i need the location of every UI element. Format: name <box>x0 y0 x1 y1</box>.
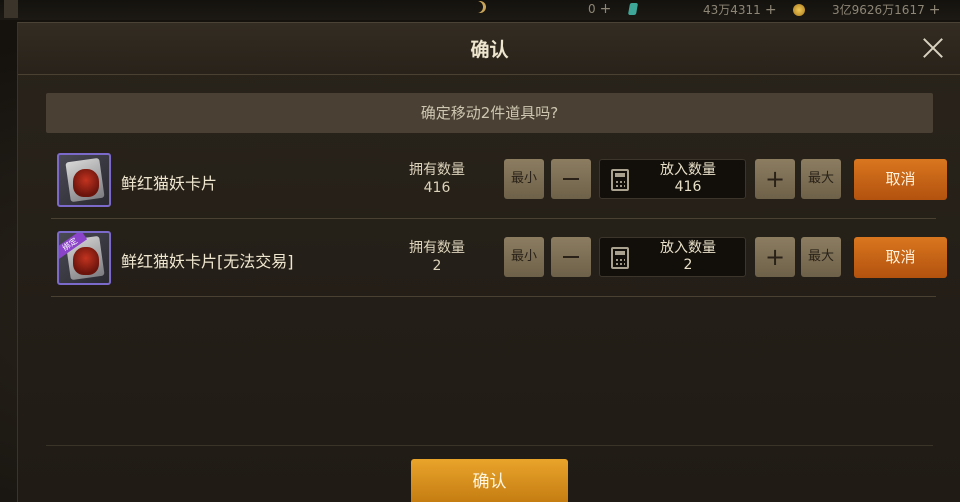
owned-quantity-label: 拥有数量 <box>409 162 465 178</box>
add-currency-3-icon[interactable]: + <box>929 2 941 18</box>
dialog-title-bar: 确认 <box>18 23 960 75</box>
moon-icon <box>474 1 486 13</box>
calculator-icon[interactable] <box>611 169 629 191</box>
decrement-button[interactable] <box>551 237 591 277</box>
minus-icon <box>563 256 579 258</box>
item-name: 鲜红猫妖卡片 <box>121 174 218 193</box>
item-row: 鲜红猫妖卡片 拥有数量 416 最小 放入数量 416 + 最大 取消 <box>51 141 947 219</box>
owned-quantity-value: 416 <box>423 180 451 196</box>
divider <box>46 445 933 446</box>
minus-icon <box>563 178 579 180</box>
item-thumbnail[interactable] <box>57 153 111 207</box>
put-quantity-input[interactable]: 放入数量 2 <box>599 237 746 277</box>
hud-currency-1-value: 0 <box>588 2 596 16</box>
red-cat-monster-icon <box>73 169 99 197</box>
add-currency-2-icon[interactable]: + <box>765 2 777 18</box>
put-quantity-value: 416 <box>674 179 702 195</box>
hud-currency-3-value: 3亿9626万1617 <box>832 3 925 17</box>
owned-quantity-label: 拥有数量 <box>409 240 465 256</box>
owned-quantity: 拥有数量 416 <box>404 161 470 197</box>
put-quantity-text: 放入数量 2 <box>638 240 738 274</box>
hud-currency-2-value: 43万4311 <box>703 3 761 17</box>
red-cat-monster-icon <box>73 247 99 275</box>
min-button[interactable]: 最小 <box>504 237 544 277</box>
cancel-button[interactable]: 取消 <box>854 237 947 278</box>
increment-button[interactable]: + <box>755 237 795 277</box>
gem-icon <box>628 3 639 15</box>
hud-currency-3: 3亿9626万1617 + <box>832 1 940 18</box>
add-currency-1-icon[interactable]: + <box>600 1 612 17</box>
owned-quantity: 拥有数量 2 <box>404 239 470 275</box>
confirm-button[interactable]: 确认 <box>411 459 568 502</box>
top-hud-bar: 0 + 43万4311 + 3亿9626万1617 + <box>0 0 960 20</box>
item-name: 鲜红猫妖卡片[无法交易] <box>121 252 294 271</box>
menu-corner-icon[interactable] <box>4 0 18 18</box>
max-button[interactable]: 最大 <box>801 237 841 277</box>
put-quantity-input[interactable]: 放入数量 416 <box>599 159 746 199</box>
put-quantity-label: 放入数量 <box>660 240 716 256</box>
cancel-button[interactable]: 取消 <box>854 159 947 200</box>
put-quantity-value: 2 <box>683 257 693 273</box>
decrement-button[interactable] <box>551 159 591 199</box>
item-row: 绑定 鲜红猫妖卡片[无法交易] 拥有数量 2 最小 放入数量 2 + 最大 取消 <box>51 219 947 297</box>
hud-currency-2: 43万4311 + <box>703 1 805 18</box>
max-button[interactable]: 最大 <box>801 159 841 199</box>
confirm-dialog: 确认 确定移动2件道具吗? 鲜红猫妖卡片 拥有数量 416 最小 放入数量 41… <box>17 22 960 502</box>
put-quantity-text: 放入数量 416 <box>638 162 738 196</box>
gold-coin-icon <box>792 3 805 16</box>
hud-moon-currency <box>474 1 486 13</box>
put-quantity-label: 放入数量 <box>660 162 716 178</box>
min-button[interactable]: 最小 <box>504 159 544 199</box>
calculator-icon[interactable] <box>611 247 629 269</box>
confirm-question: 确定移动2件道具吗? <box>46 93 933 133</box>
dialog-title: 确认 <box>470 39 509 61</box>
increment-button[interactable]: + <box>755 159 795 199</box>
item-thumbnail[interactable]: 绑定 <box>57 231 111 285</box>
hud-currency-1: 0 + <box>588 1 639 17</box>
owned-quantity-value: 2 <box>432 258 442 274</box>
close-icon[interactable] <box>920 35 946 61</box>
